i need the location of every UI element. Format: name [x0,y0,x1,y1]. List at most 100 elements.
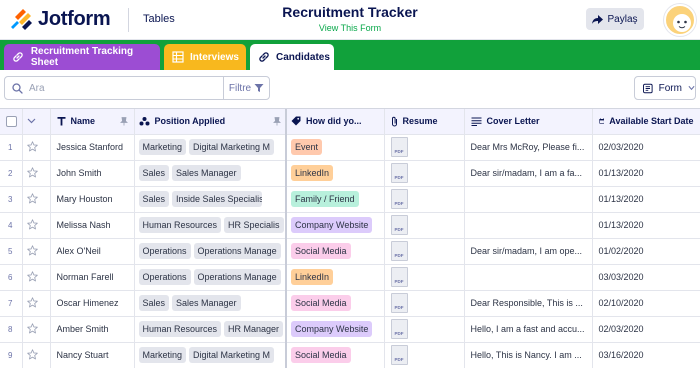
cell-resume[interactable]: PDF [384,316,465,343]
star-icon[interactable] [26,270,38,282]
table-row[interactable]: 4 Melissa Nash Human Resources HR Specialis… [0,212,700,239]
cell-name[interactable]: Oscar Himenez [50,290,135,317]
table-row[interactable]: 1 Jessica Stanford Marketing Digital Market… [0,134,700,161]
cell-cover-letter[interactable]: Hello, I am a fast and accu... [464,316,593,343]
column-header-position[interactable]: Position Applied [134,109,287,135]
cell-position[interactable]: Human Resources HR Specialis [134,212,287,239]
cell-resume[interactable]: PDF [384,134,465,161]
star-icon[interactable] [26,348,38,360]
column-header-how-did-you-hear[interactable]: How did yo... [285,109,385,135]
cell-resume[interactable]: PDF [384,186,465,213]
cell-cover-letter[interactable] [464,264,593,291]
view-switcher-button[interactable]: Form [634,76,696,100]
tab-recruitment-tracking-sheet[interactable]: Recruitment Tracking Sheet [4,44,160,70]
cell-resume[interactable]: PDF [384,212,465,239]
table-row[interactable]: 9 Nancy Stuart Marketing Digital Marketing … [0,342,700,368]
pin-icon[interactable] [119,116,128,126]
row-number[interactable]: 2 [0,160,23,187]
cell-how-did-you-hear[interactable]: LinkedIn [285,160,385,187]
cell-name[interactable]: Alex O'Neil [50,238,135,265]
row-number[interactable]: 7 [0,290,23,317]
row-number[interactable]: 1 [0,134,23,161]
cell-start-date[interactable]: 01/13/2020 [592,160,700,187]
cell-how-did-you-hear[interactable]: Social Media [285,238,385,265]
cell-position[interactable]: Human Resources HR Manager [134,316,287,343]
chevron-down-icon[interactable] [27,118,36,124]
pdf-file-icon[interactable]: PDF [390,137,408,157]
cell-start-date[interactable]: 02/03/2020 [592,134,700,161]
star-icon[interactable] [26,322,38,334]
tab-candidates[interactable]: Candidates [250,44,334,70]
pdf-file-icon[interactable]: PDF [390,215,408,235]
pdf-file-icon[interactable]: PDF [390,267,408,287]
cell-name[interactable]: Melissa Nash [50,212,135,239]
table-row[interactable]: 6 Norman Farell Operations Operations Manag… [0,264,700,291]
share-button[interactable]: Paylaş [586,8,644,30]
cell-name[interactable]: Jessica Stanford [50,134,135,161]
table-row[interactable]: 2 John Smith Sales Sales Manager LinkedIn PDF… [0,160,700,187]
row-number[interactable]: 5 [0,238,23,265]
brand-name[interactable]: Jotform [38,8,111,31]
cell-position[interactable]: Marketing Digital Marketing M [134,342,287,368]
column-header-start-date[interactable]: Available Start Date [592,109,700,135]
cell-how-did-you-hear[interactable]: Event [285,134,385,161]
row-number[interactable]: 3 [0,186,23,213]
star-icon[interactable] [26,218,38,230]
jotform-logo-icon[interactable] [8,6,36,32]
cell-how-did-you-hear[interactable]: LinkedIn [285,264,385,291]
pin-icon[interactable] [273,116,281,126]
tables-link[interactable]: Tables [143,13,175,25]
cell-cover-letter[interactable]: Dear Mrs McRoy, Please fi... [464,134,593,161]
table-row[interactable]: 7 Oscar Himenez Sales Sales Manager Social M… [0,290,700,317]
cell-cover-letter[interactable]: Dear sir/madam, I am ope... [464,238,593,265]
pdf-file-icon[interactable]: PDF [390,163,408,183]
cell-position[interactable]: Sales Sales Manager [134,160,287,187]
star-icon[interactable] [26,166,38,178]
table-row[interactable]: 8 Amber Smith Human Resources HR Manager Com… [0,316,700,343]
cell-cover-letter[interactable]: Dear Responsible, This is ... [464,290,593,317]
column-header-cover-letter[interactable]: Cover Letter [464,109,593,135]
column-header-name[interactable]: Name [50,109,135,135]
cell-position[interactable]: Sales Sales Manager [134,290,287,317]
cell-cover-letter[interactable]: Hello, This is Nancy. I am ... [464,342,593,368]
cell-cover-letter[interactable] [464,186,593,213]
cell-cover-letter[interactable]: Dear sir/madam, I am a fa... [464,160,593,187]
pdf-file-icon[interactable]: PDF [390,189,408,209]
select-all-checkbox[interactable] [6,115,17,127]
row-number[interactable]: 4 [0,212,23,239]
cell-resume[interactable]: PDF [384,238,465,265]
cell-how-did-you-hear[interactable]: Company Website [285,316,385,343]
pdf-file-icon[interactable]: PDF [390,293,408,313]
table-row[interactable]: 3 Mary Houston Sales Inside Sales Specialis… [0,186,700,213]
cell-how-did-you-hear[interactable]: Company Website [285,212,385,239]
row-number[interactable]: 8 [0,316,23,343]
cell-start-date[interactable]: 01/02/2020 [592,238,700,265]
cell-start-date[interactable]: 01/13/2020 [592,186,700,213]
filter-button[interactable]: Filtre [223,77,269,99]
cell-position[interactable]: Sales Inside Sales Specialist [134,186,287,213]
search-input[interactable] [29,78,219,98]
cell-cover-letter[interactable] [464,212,593,239]
column-header-resume[interactable]: Resume [384,109,465,135]
cell-name[interactable]: John Smith [50,160,135,187]
cell-resume[interactable]: PDF [384,342,465,368]
pdf-file-icon[interactable]: PDF [390,241,408,261]
cell-resume[interactable]: PDF [384,290,465,317]
cell-how-did-you-hear[interactable]: Social Media [285,342,385,368]
avatar[interactable] [664,4,696,36]
pdf-file-icon[interactable]: PDF [390,345,408,365]
pdf-file-icon[interactable]: PDF [390,319,408,339]
tab-interviews[interactable]: Interviews [164,44,246,70]
cell-start-date[interactable]: 01/13/2020 [592,212,700,239]
star-icon[interactable] [26,244,38,256]
view-form-link[interactable]: View This Form [250,23,450,33]
table-row[interactable]: 5 Alex O'Neil Operations Operations Manage S… [0,238,700,265]
cell-start-date[interactable]: 03/16/2020 [592,342,700,368]
cell-how-did-you-hear[interactable]: Social Media [285,290,385,317]
cell-name[interactable]: Amber Smith [50,316,135,343]
cell-resume[interactable]: PDF [384,264,465,291]
cell-name[interactable]: Mary Houston [50,186,135,213]
star-icon[interactable] [26,140,38,152]
star-icon[interactable] [26,296,38,308]
cell-position[interactable]: Operations Operations Manage [134,238,287,265]
